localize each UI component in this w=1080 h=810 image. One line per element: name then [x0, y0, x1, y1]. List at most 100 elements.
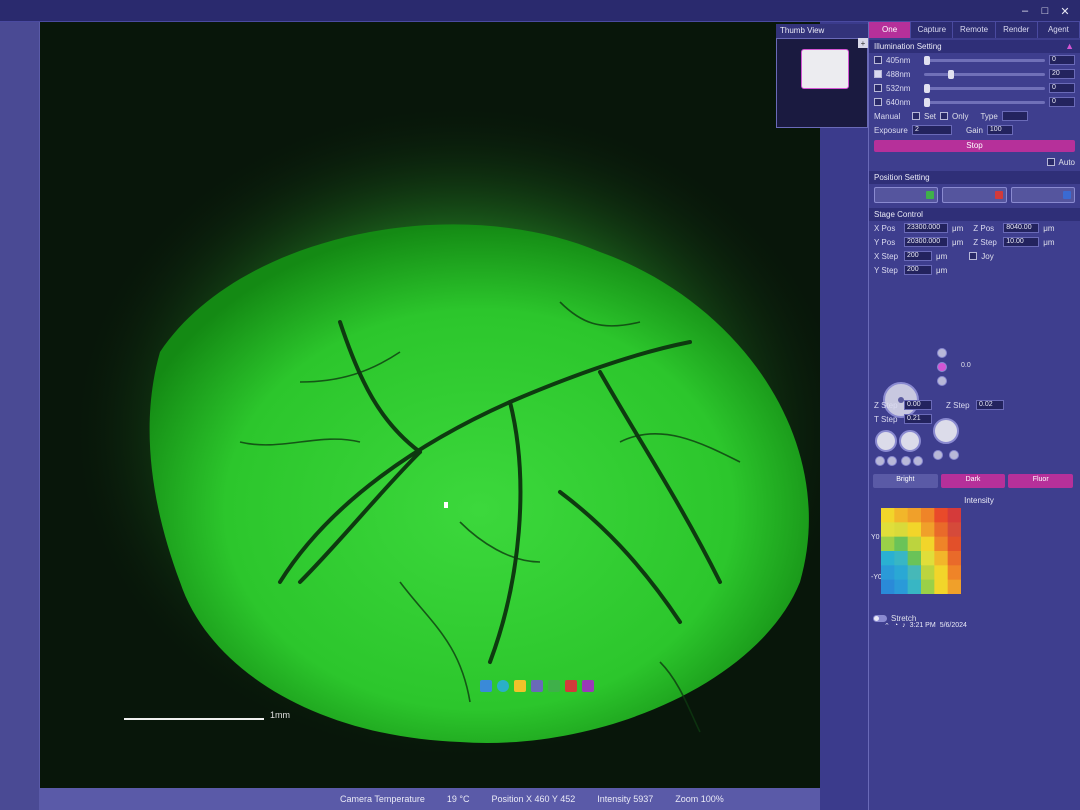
position-button-3[interactable]	[1010, 187, 1075, 203]
zoom-readout: Zoom 100%	[675, 794, 724, 804]
z-step-right-field[interactable]: 0.02	[976, 400, 1004, 410]
z-up-button[interactable]	[937, 348, 947, 358]
channel-640-checkbox[interactable]	[874, 98, 882, 106]
channel-640-value[interactable]: 0	[1049, 97, 1075, 107]
mode-bright[interactable]: Bright	[873, 474, 938, 488]
stop-button[interactable]: Stop	[874, 140, 1075, 152]
channel-488-slider[interactable]	[924, 69, 1045, 79]
position-section-title[interactable]: Position Setting	[869, 171, 1080, 184]
windows-start-icon[interactable]	[480, 680, 492, 692]
focus-minus[interactable]	[933, 450, 943, 460]
channel-row-405: 405nm 0	[869, 53, 1080, 67]
tilt-r-plus[interactable]	[913, 456, 923, 466]
z-step-lower-row: Z Step 0.00 Z Step 0.02	[869, 398, 1080, 412]
tilt-l-plus[interactable]	[887, 456, 897, 466]
gain-field[interactable]: 100	[986, 125, 1013, 135]
t-step-field[interactable]: 0.21	[904, 414, 932, 424]
illumination-section-title[interactable]: Illumination Setting ▲	[869, 40, 1080, 53]
scale-bar-label: 1mm	[270, 710, 290, 720]
intensity-heatmap[interactable]	[881, 508, 961, 594]
x-pos-field[interactable]: 23300.000	[904, 223, 948, 233]
z-center-button[interactable]	[937, 362, 947, 372]
heatmap-cell	[921, 579, 935, 594]
heatmap-cell	[947, 522, 961, 538]
mode-fluor[interactable]: Fluor	[1008, 474, 1074, 488]
tab-agent[interactable]: Agent	[1038, 22, 1080, 38]
app-icon-1[interactable]	[531, 680, 543, 692]
channel-640-slider[interactable]	[924, 97, 1045, 107]
heatmap-cell	[881, 579, 895, 594]
channel-532-checkbox[interactable]	[874, 84, 882, 92]
channel-405-checkbox[interactable]	[874, 56, 882, 64]
channel-405-slider[interactable]	[924, 55, 1045, 65]
tab-render[interactable]: Render	[996, 22, 1038, 38]
minimize-icon[interactable]: –	[1018, 4, 1032, 18]
heatmap-cell	[934, 536, 949, 552]
tilt-r-minus[interactable]	[901, 456, 911, 466]
explorer-icon[interactable]	[514, 680, 526, 692]
z-step-field[interactable]: 10.00	[1003, 237, 1040, 247]
heatmap-cell	[947, 551, 961, 566]
only-radio[interactable]	[940, 112, 949, 120]
image-viewer[interactable]: 1mm	[40, 22, 820, 788]
network-icon[interactable]: ⌃	[884, 622, 890, 630]
focus-plus[interactable]	[949, 450, 959, 460]
auto-row: Auto	[869, 155, 1080, 169]
channel-405-value[interactable]: 0	[1049, 55, 1075, 65]
set-radio[interactable]	[912, 112, 920, 120]
wifi-icon[interactable]: ◔	[894, 622, 898, 630]
edge-icon[interactable]	[497, 680, 509, 692]
thumb-view[interactable]	[776, 38, 868, 128]
app-icon-2[interactable]	[548, 680, 560, 692]
channel-488-checkbox[interactable]	[874, 70, 882, 78]
y-step-row: Y Step 200 μm	[874, 265, 948, 275]
channel-row-488: 488nm 20	[869, 67, 1080, 81]
tilt-left-dial[interactable]	[875, 430, 897, 452]
tab-capture[interactable]: Capture	[911, 22, 954, 38]
heatmap-cell	[921, 508, 935, 523]
z-step-lower-field[interactable]: 0.00	[904, 400, 932, 410]
y-pos-field[interactable]: 20300.000	[904, 237, 948, 247]
tab-one[interactable]: One	[869, 22, 912, 38]
tab-remote[interactable]: Remote	[953, 22, 996, 38]
channel-488-value[interactable]: 20	[1049, 69, 1075, 79]
tilt-right-dial[interactable]	[899, 430, 921, 452]
heatmap-title: Intensity	[964, 496, 994, 505]
mode-dark[interactable]: Dark	[940, 474, 1006, 488]
thumbnail-image[interactable]	[801, 49, 849, 89]
stage-section-title[interactable]: Stage Control	[869, 208, 1080, 221]
heatmap-cell	[934, 522, 949, 538]
heatmap-cell	[934, 551, 949, 566]
mode-tabs: Bright Dark Fluor	[873, 474, 1074, 488]
x-step-field[interactable]: 200	[904, 251, 932, 261]
maximize-icon[interactable]: □	[1038, 4, 1052, 18]
channel-532-slider[interactable]	[924, 83, 1045, 93]
position-readout: Position X 460 Y 452	[491, 794, 576, 804]
plus-icon[interactable]: +	[858, 38, 868, 48]
position-button-2[interactable]	[942, 187, 1007, 203]
red-marker-icon	[994, 191, 1003, 199]
close-icon[interactable]: ✕	[1058, 4, 1072, 18]
heatmap-cell	[921, 536, 935, 552]
channel-532-value[interactable]: 0	[1049, 83, 1075, 93]
exposure-field[interactable]: 2	[912, 125, 952, 135]
z-down-button[interactable]	[937, 376, 947, 386]
z-pos-field[interactable]: 8040.00	[1003, 223, 1040, 233]
y-step-field[interactable]: 200	[904, 265, 932, 275]
volume-icon[interactable]: ♪	[902, 622, 906, 630]
collapse-icon[interactable]: ▲	[1065, 41, 1074, 51]
joy-checkbox[interactable]	[969, 252, 978, 260]
type-field[interactable]	[1001, 111, 1028, 121]
heatmap-cell	[881, 551, 895, 566]
stretch-toggle[interactable]	[873, 615, 887, 622]
position-button-1[interactable]	[874, 187, 939, 203]
focus-dial[interactable]	[933, 418, 959, 444]
app-icon-4[interactable]	[582, 680, 594, 692]
tray-time[interactable]: 3:21 PM	[910, 622, 936, 630]
heatmap-cell	[881, 522, 895, 538]
app-icon-3[interactable]	[565, 680, 577, 692]
tilt-l-minus[interactable]	[875, 456, 885, 466]
tray-date[interactable]: 5/6/2024	[940, 622, 967, 630]
heatmap-cell	[934, 565, 949, 581]
auto-checkbox[interactable]	[1046, 158, 1055, 166]
